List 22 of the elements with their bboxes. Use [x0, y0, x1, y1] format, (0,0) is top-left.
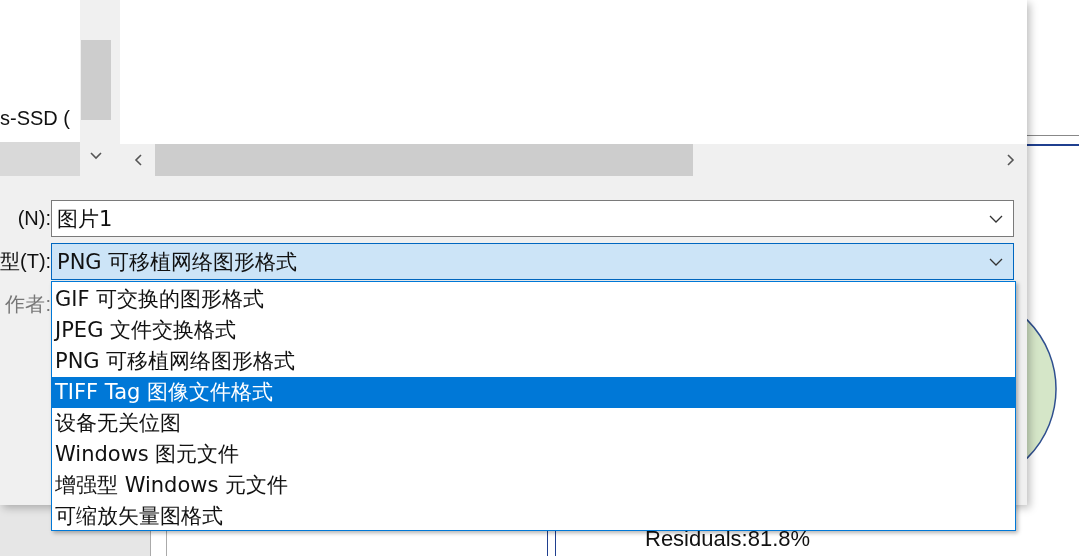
field-label: 型(T): — [0, 249, 51, 274]
field-label: 作者: — [4, 292, 51, 317]
file-type-dropdown[interactable]: PNG 可移植网络图形格式 — [51, 243, 1014, 280]
dropdown-option[interactable]: 设备无关位图 — [52, 408, 1015, 439]
scroll-left-icon[interactable] — [134, 154, 142, 166]
tree-item[interactable]: s-SSD ( — [0, 104, 80, 132]
dropdown-option[interactable]: Windows 图元文件 — [52, 439, 1015, 470]
dropdown-caret-icon[interactable] — [989, 257, 1003, 266]
dropdown-option[interactable]: TIFF Tag 图像文件格式 — [52, 377, 1015, 408]
dropdown-caret-icon[interactable] — [989, 214, 1003, 223]
document-rule — [1027, 135, 1079, 136]
dropdown-option[interactable]: GIF 可交换的图形格式 — [52, 284, 1015, 315]
field-label: (N): — [16, 207, 51, 230]
dropdown-option[interactable]: PNG 可移植网络图形格式 — [52, 346, 1015, 377]
file-name-field[interactable]: 图片1 — [51, 200, 1014, 237]
scroll-thumb[interactable] — [81, 40, 111, 120]
scroll-down-icon[interactable] — [90, 152, 102, 160]
scroll-right-icon[interactable] — [1007, 154, 1015, 166]
document-rule — [1027, 144, 1079, 146]
dropdown-option[interactable]: JPEG 文件交换格式 — [52, 315, 1015, 346]
dropdown-option[interactable]: 增强型 Windows 元文件 — [52, 470, 1015, 501]
scroll-thumb[interactable] — [155, 144, 693, 176]
